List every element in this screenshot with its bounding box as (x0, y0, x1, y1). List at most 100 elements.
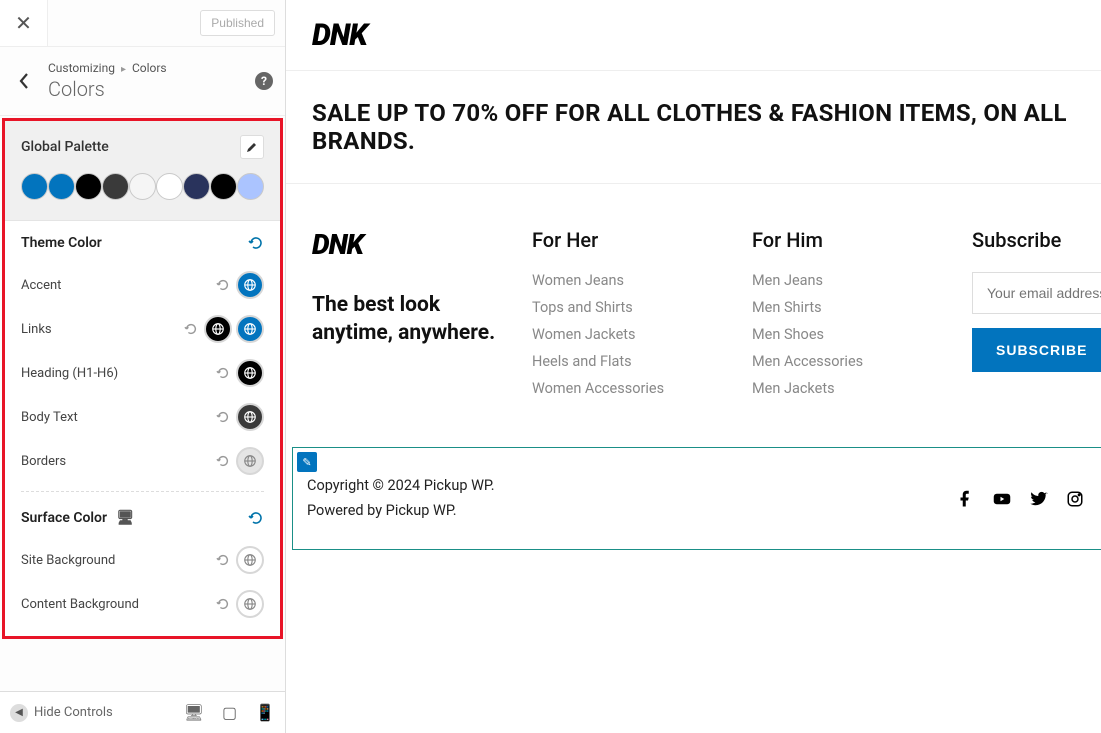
footer-link[interactable]: Men Shirts (752, 299, 942, 316)
footer-logo[interactable]: DNK (312, 228, 502, 261)
reset-row-icon[interactable] (214, 454, 232, 468)
sidebar-top: ✕ Published (0, 0, 285, 47)
sale-banner: SALE UP TO 70% OFF FOR ALL CLOTHES & FAS… (286, 71, 1101, 184)
for-her-column: For Her Women Jeans Tops and Shirts Women … (532, 228, 722, 407)
breadcrumb: Customizing ▸ Colors Colors ? (0, 47, 285, 116)
palette-swatch[interactable] (237, 173, 264, 200)
site-header: DNK ☰ (286, 0, 1101, 71)
palette-swatch[interactable] (48, 173, 75, 200)
desktop-preview-icon[interactable]: 🖥 (184, 703, 204, 722)
surface-color-section: Surface Color 🖥 Site Background Content B… (5, 496, 280, 636)
color-picker-dot[interactable] (236, 403, 264, 431)
publish-status-button[interactable]: Published (200, 10, 275, 36)
color-row: Body Text (21, 395, 264, 439)
palette-swatch[interactable] (210, 173, 237, 200)
palette-title: Global Palette (21, 139, 109, 155)
subscribe-button[interactable]: SUBSCRIBE (972, 328, 1101, 372)
row-label: Body Text (21, 410, 78, 425)
social-icons (956, 490, 1101, 508)
footer-link[interactable]: Women Jackets (532, 326, 722, 343)
row-label: Site Background (21, 553, 115, 568)
desktop-icon: 🖥 (117, 510, 135, 526)
global-palette-section: Global Palette (5, 121, 280, 221)
row-label: Borders (21, 454, 66, 469)
color-picker-dot[interactable] (236, 271, 264, 299)
hide-controls-button[interactable]: ◀ Hide Controls (10, 704, 174, 722)
twitter-icon[interactable] (1030, 490, 1048, 508)
reset-row-icon[interactable] (214, 597, 232, 611)
footer-link[interactable]: Men Accessories (752, 353, 942, 370)
copyright-text: Copyright © 2024 Pickup WP. Powered by P… (307, 474, 495, 523)
palette-swatch[interactable] (75, 173, 102, 200)
close-button[interactable]: ✕ (0, 0, 48, 46)
color-row: Accent (21, 263, 264, 307)
youtube-icon[interactable] (992, 490, 1012, 508)
tagline: The best look anytime, anywhere. (312, 291, 502, 348)
color-picker-dot[interactable] (236, 546, 264, 574)
reset-row-icon[interactable] (214, 553, 232, 567)
row-label: Heading (H1-H6) (21, 366, 118, 381)
preview-frame: DNK ☰ SALE UP TO 70% OFF FOR ALL CLOTHES… (286, 0, 1101, 733)
publish-wrap: Published (48, 0, 285, 46)
color-row: Content Background (21, 582, 264, 626)
footer-link[interactable]: Women Accessories (532, 380, 722, 397)
row-label: Content Background (21, 597, 139, 612)
palette-swatch[interactable] (183, 173, 210, 200)
color-picker-dot[interactable] (204, 315, 232, 343)
customizer-sidebar: ✕ Published Customizing ▸ Colors Colors … (0, 0, 286, 733)
color-picker-dot[interactable] (236, 447, 264, 475)
edit-section-icon[interactable]: ✎ (297, 452, 317, 472)
reset-section-icon[interactable] (248, 510, 264, 526)
section-title: Surface Color 🖥 (21, 510, 134, 526)
panel-title: Colors (48, 77, 255, 101)
column-title: Subscribe (972, 228, 1101, 252)
footer-link[interactable]: Women Jeans (532, 272, 722, 289)
reset-row-icon[interactable] (182, 322, 200, 336)
email-input[interactable] (972, 272, 1101, 314)
edit-palette-button[interactable] (240, 135, 264, 159)
facebook-icon[interactable] (956, 490, 974, 508)
for-him-column: For Him Men Jeans Men Shirts Men Shoes Men … (752, 228, 942, 407)
reset-section-icon[interactable] (248, 235, 264, 251)
help-icon[interactable]: ? (255, 72, 273, 90)
theme-color-section: Theme Color Accent Links Heading (H1-H6) Bo… (5, 221, 280, 496)
subscribe-column: Subscribe SUBSCRIBE (972, 228, 1101, 407)
palette-swatches (21, 173, 264, 200)
mobile-preview-icon[interactable]: 📱 (255, 703, 275, 722)
footer-bottom-selected[interactable]: ✎ Copyright © 2024 Pickup WP. Powered by… (292, 447, 1101, 550)
instagram-icon[interactable] (1066, 490, 1084, 508)
color-row: Site Background (21, 538, 264, 582)
reset-row-icon[interactable] (214, 278, 232, 292)
color-picker-dot[interactable] (236, 359, 264, 387)
breadcrumb-path: Customizing ▸ Colors (48, 61, 255, 75)
row-label: Accent (21, 278, 61, 293)
chevron-right-icon: ▸ (121, 64, 126, 75)
column-title: For Her (532, 228, 722, 252)
palette-swatch[interactable] (156, 173, 183, 200)
palette-swatch[interactable] (21, 173, 48, 200)
footer-main: DNK The best look anytime, anywhere. For… (286, 184, 1101, 447)
footer-link[interactable]: Men Shoes (752, 326, 942, 343)
highlighted-panel: Global Palette Theme Color (2, 118, 283, 639)
reset-row-icon[interactable] (214, 366, 232, 380)
tablet-preview-icon[interactable]: ▢ (222, 703, 237, 722)
color-row: Links (21, 307, 264, 351)
color-row: Borders (21, 439, 264, 483)
footer-link[interactable]: Men Jeans (752, 272, 942, 289)
site-logo[interactable]: DNK (312, 18, 367, 53)
section-title: Theme Color (21, 235, 102, 251)
row-label: Links (21, 322, 52, 337)
back-button[interactable] (0, 57, 48, 105)
footer-link[interactable]: Tops and Shirts (532, 299, 722, 316)
collapse-icon: ◀ (10, 704, 28, 722)
palette-swatch[interactable] (129, 173, 156, 200)
color-row: Heading (H1-H6) (21, 351, 264, 395)
footer-link[interactable]: Men Jackets (752, 380, 942, 397)
color-picker-dot[interactable] (236, 590, 264, 618)
reset-row-icon[interactable] (214, 410, 232, 424)
palette-swatch[interactable] (102, 173, 129, 200)
column-title: For Him (752, 228, 942, 252)
footer-link[interactable]: Heels and Flats (532, 353, 722, 370)
color-picker-dot[interactable] (236, 315, 264, 343)
bottom-bar: ◀ Hide Controls 🖥 ▢ 📱 (0, 691, 285, 733)
